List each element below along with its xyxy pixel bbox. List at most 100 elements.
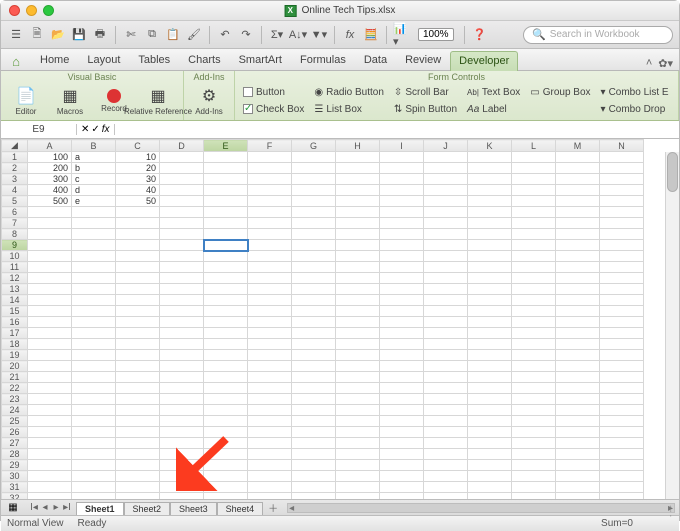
cell-D10[interactable] [160, 251, 204, 262]
cell-B11[interactable] [72, 262, 116, 273]
cell-M10[interactable] [556, 251, 600, 262]
cell-N11[interactable] [600, 262, 644, 273]
autosum-icon[interactable]: Σ▾ [268, 26, 286, 44]
cell-K1[interactable] [468, 152, 512, 163]
cell-E23[interactable] [204, 394, 248, 405]
cell-I31[interactable] [380, 482, 424, 493]
cell-M11[interactable] [556, 262, 600, 273]
cell-G12[interactable] [292, 273, 336, 284]
cell-F23[interactable] [248, 394, 292, 405]
cell-J22[interactable] [424, 383, 468, 394]
chart-icon[interactable]: 📊▾ [393, 26, 411, 44]
cell-C10[interactable] [116, 251, 160, 262]
cell-L7[interactable] [512, 218, 556, 229]
cell-J7[interactable] [424, 218, 468, 229]
cell-M19[interactable] [556, 350, 600, 361]
cell-G15[interactable] [292, 306, 336, 317]
cell-A26[interactable] [28, 427, 72, 438]
cell-G14[interactable] [292, 295, 336, 306]
cell-G3[interactable] [292, 174, 336, 185]
search-box[interactable]: 🔍 [523, 26, 673, 44]
zoom-level[interactable]: 100% [418, 28, 454, 41]
cell-M13[interactable] [556, 284, 600, 295]
cell-I22[interactable] [380, 383, 424, 394]
col-header-G[interactable]: G [292, 140, 336, 152]
cell-I1[interactable] [380, 152, 424, 163]
cell-D23[interactable] [160, 394, 204, 405]
cell-B21[interactable] [72, 372, 116, 383]
cell-A32[interactable] [28, 493, 72, 500]
paste-icon[interactable]: 📋 [164, 26, 182, 44]
cell-J5[interactable] [424, 196, 468, 207]
cell-E2[interactable] [204, 163, 248, 174]
cell-E5[interactable] [204, 196, 248, 207]
cell-J19[interactable] [424, 350, 468, 361]
cell-L27[interactable] [512, 438, 556, 449]
cell-L18[interactable] [512, 339, 556, 350]
cell-J21[interactable] [424, 372, 468, 383]
cell-I25[interactable] [380, 416, 424, 427]
cell-F4[interactable] [248, 185, 292, 196]
cell-M9[interactable] [556, 240, 600, 251]
cell-L24[interactable] [512, 405, 556, 416]
cell-H23[interactable] [336, 394, 380, 405]
editor-button[interactable]: 📄Editor [5, 84, 47, 118]
cell-K5[interactable] [468, 196, 512, 207]
row-header-20[interactable]: 20 [2, 361, 28, 372]
cell-K31[interactable] [468, 482, 512, 493]
row-header-24[interactable]: 24 [2, 405, 28, 416]
cell-H18[interactable] [336, 339, 380, 350]
cell-N14[interactable] [600, 295, 644, 306]
cell-D15[interactable] [160, 306, 204, 317]
col-header-E[interactable]: E [204, 140, 248, 152]
radio-control[interactable]: ◉Radio Button [310, 86, 388, 99]
cell-J6[interactable] [424, 207, 468, 218]
cell-D28[interactable] [160, 449, 204, 460]
cell-A25[interactable] [28, 416, 72, 427]
row-header-3[interactable]: 3 [2, 174, 28, 185]
cell-A13[interactable] [28, 284, 72, 295]
cell-L26[interactable] [512, 427, 556, 438]
cell-D31[interactable] [160, 482, 204, 493]
fx-icon[interactable]: fx [102, 124, 110, 135]
cell-L11[interactable] [512, 262, 556, 273]
cell-E13[interactable] [204, 284, 248, 295]
cell-L10[interactable] [512, 251, 556, 262]
ribbon-tab-charts[interactable]: Charts [179, 50, 229, 70]
col-header-J[interactable]: J [424, 140, 468, 152]
cell-K8[interactable] [468, 229, 512, 240]
cell-A29[interactable] [28, 460, 72, 471]
window-zoom-button[interactable] [43, 5, 54, 16]
col-header-D[interactable]: D [160, 140, 204, 152]
listbox-control[interactable]: ☰List Box [310, 103, 388, 116]
view-mode[interactable]: Normal View [7, 518, 64, 529]
cell-N16[interactable] [600, 317, 644, 328]
cell-G32[interactable] [292, 493, 336, 500]
cell-N32[interactable] [600, 493, 644, 500]
cell-E11[interactable] [204, 262, 248, 273]
window-minimize-button[interactable] [26, 5, 37, 16]
cell-M25[interactable] [556, 416, 600, 427]
cell-C15[interactable] [116, 306, 160, 317]
cell-E18[interactable] [204, 339, 248, 350]
cell-A27[interactable] [28, 438, 72, 449]
cell-L19[interactable] [512, 350, 556, 361]
cell-I15[interactable] [380, 306, 424, 317]
cell-M26[interactable] [556, 427, 600, 438]
cell-L9[interactable] [512, 240, 556, 251]
cell-D29[interactable] [160, 460, 204, 471]
cell-F32[interactable] [248, 493, 292, 500]
cell-E22[interactable] [204, 383, 248, 394]
cell-H10[interactable] [336, 251, 380, 262]
cell-I16[interactable] [380, 317, 424, 328]
cell-A14[interactable] [28, 295, 72, 306]
cell-L30[interactable] [512, 471, 556, 482]
macros-button[interactable]: ▦Macros [49, 84, 91, 118]
cell-E30[interactable] [204, 471, 248, 482]
cell-J2[interactable] [424, 163, 468, 174]
cell-K9[interactable] [468, 240, 512, 251]
cell-F16[interactable] [248, 317, 292, 328]
cell-M1[interactable] [556, 152, 600, 163]
row-header-12[interactable]: 12 [2, 273, 28, 284]
copy-icon[interactable]: ⧉ [143, 26, 161, 44]
